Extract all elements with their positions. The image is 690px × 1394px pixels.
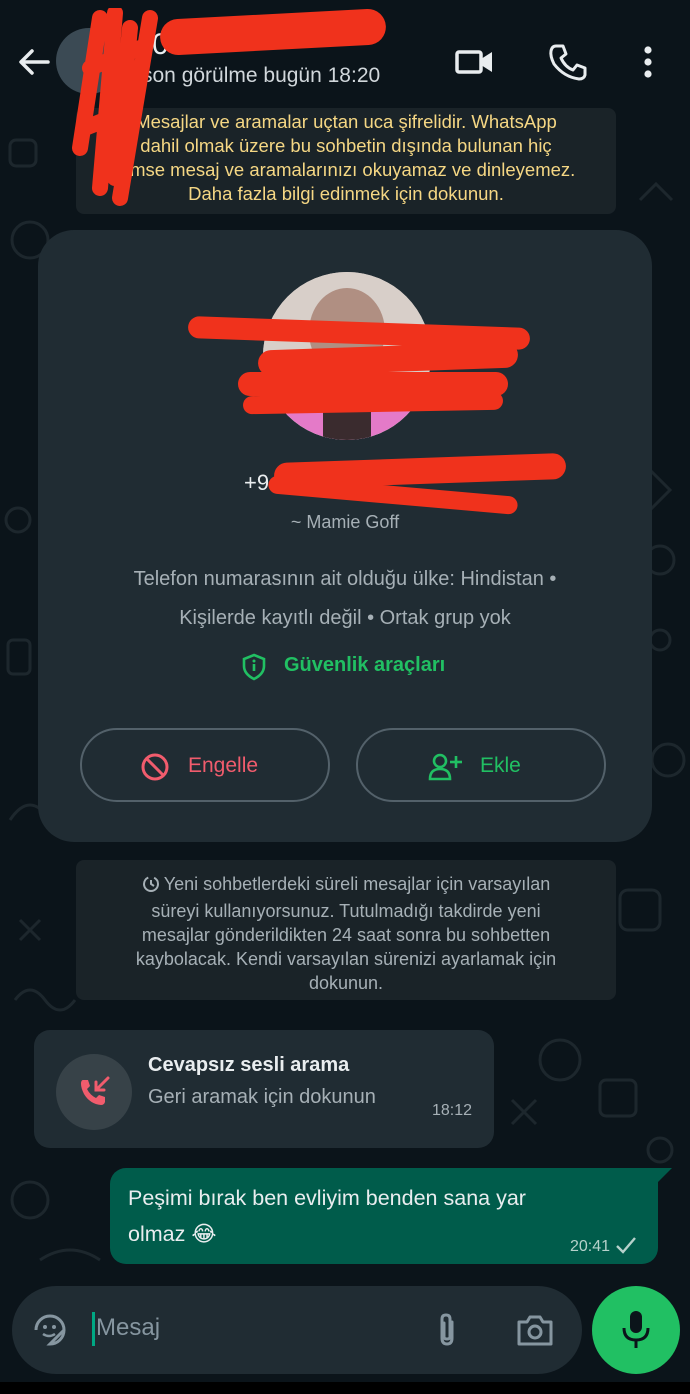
notice-line: süreyi kullanıyorsunuz. Tutulmadığı takd…	[151, 901, 541, 921]
contact-profile-card: +9 ~ Mamie Goff Telefon numarasının ait …	[38, 230, 652, 842]
last-seen-status[interactable]: son görülme bugün 18:20	[142, 64, 380, 88]
bubble-tail	[656, 1168, 672, 1184]
message-time: 18:12	[431, 1102, 472, 1119]
contact-info-line: Kişilerde kayıtlı değil • Ortak grup yok	[179, 607, 511, 629]
more-vert-icon[interactable]	[628, 40, 672, 84]
microphone-icon	[618, 1308, 654, 1357]
message-text: Peşimi bırak ben evliyim benden sana yar…	[128, 1180, 568, 1252]
outgoing-message-bubble[interactable]: Peşimi bırak ben evliyim benden sana yar…	[110, 1168, 672, 1264]
contact-phone-number: +9	[244, 470, 270, 495]
notice-line: dokunun.	[308, 973, 384, 993]
contact-info-line: Telefon numarasının ait olduğu ülke: Hin…	[133, 568, 557, 590]
message-line: olmaz 😂	[128, 1222, 217, 1246]
redaction-mark	[159, 8, 387, 56]
disappearing-messages-notice[interactable]: Yeni sohbetlerdeki süreli mesajlar için …	[76, 860, 616, 1000]
notice-line: kaybolacak. Kendi varsayılan sürenizi ay…	[135, 949, 557, 969]
notice-line: Yeni sohbetlerdeki süreli mesajlar için …	[76, 872, 616, 899]
camera-icon[interactable]	[514, 1310, 556, 1355]
notice-line: mesajlar gönderildikten 24 saat sonra bu…	[141, 925, 551, 945]
attach-icon[interactable]	[430, 1310, 464, 1355]
message-time: 20:41	[569, 1238, 610, 1255]
missed-call-subtitle: Geri aramak için dokunun	[148, 1086, 376, 1108]
shield-icon	[240, 652, 270, 688]
add-contact-label: Ekle	[480, 754, 521, 777]
block-label: Engelle	[188, 754, 259, 777]
redaction-scribble	[72, 8, 158, 206]
missed-call-icon	[56, 1054, 132, 1130]
back-arrow-icon[interactable]	[14, 42, 54, 82]
timer-icon	[142, 875, 160, 899]
voice-call-icon[interactable]	[546, 40, 590, 84]
contact-push-name: ~ Mamie Goff	[290, 512, 400, 532]
contact-info: Telefon numarasının ait olduğu ülke: Hin…	[38, 560, 652, 638]
add-contact-button[interactable]: Ekle	[356, 728, 606, 802]
missed-call-bubble[interactable]: Cevapsız sesli arama Geri aramak için do…	[34, 1030, 494, 1148]
sent-check-icon	[614, 1234, 638, 1261]
notice-text: Yeni sohbetlerdeki süreli mesajlar için …	[163, 874, 551, 894]
system-nav-bar	[0, 1382, 690, 1394]
video-call-icon[interactable]	[452, 40, 496, 84]
missed-call-title: Cevapsız sesli arama	[148, 1054, 350, 1076]
voice-message-button[interactable]	[592, 1286, 680, 1374]
message-composer[interactable]: Mesaj	[12, 1286, 582, 1374]
add-person-icon	[428, 752, 464, 788]
security-tools-label: Güvenlik araçları	[284, 654, 446, 676]
redaction-mark	[242, 391, 504, 415]
block-icon	[140, 752, 170, 788]
message-line: Peşimi bırak ben evliyim benden sana yar	[128, 1186, 526, 1210]
message-input[interactable]: Mesaj	[96, 1314, 160, 1342]
sticker-icon[interactable]	[30, 1310, 70, 1355]
text-caret	[92, 1312, 95, 1346]
block-button[interactable]: Engelle	[80, 728, 330, 802]
